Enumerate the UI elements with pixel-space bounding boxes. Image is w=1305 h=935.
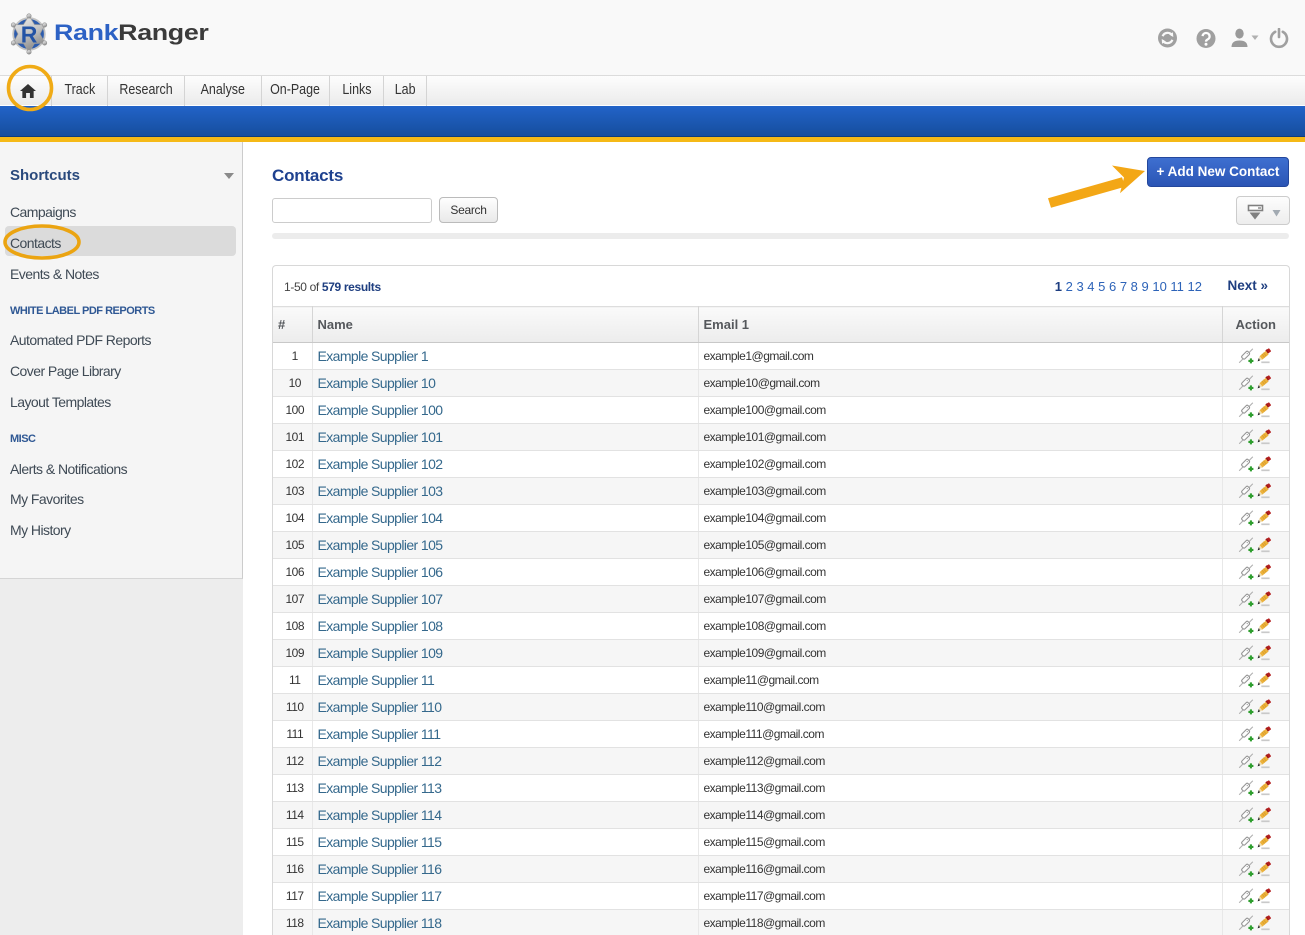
svg-text:R: R <box>21 22 38 48</box>
